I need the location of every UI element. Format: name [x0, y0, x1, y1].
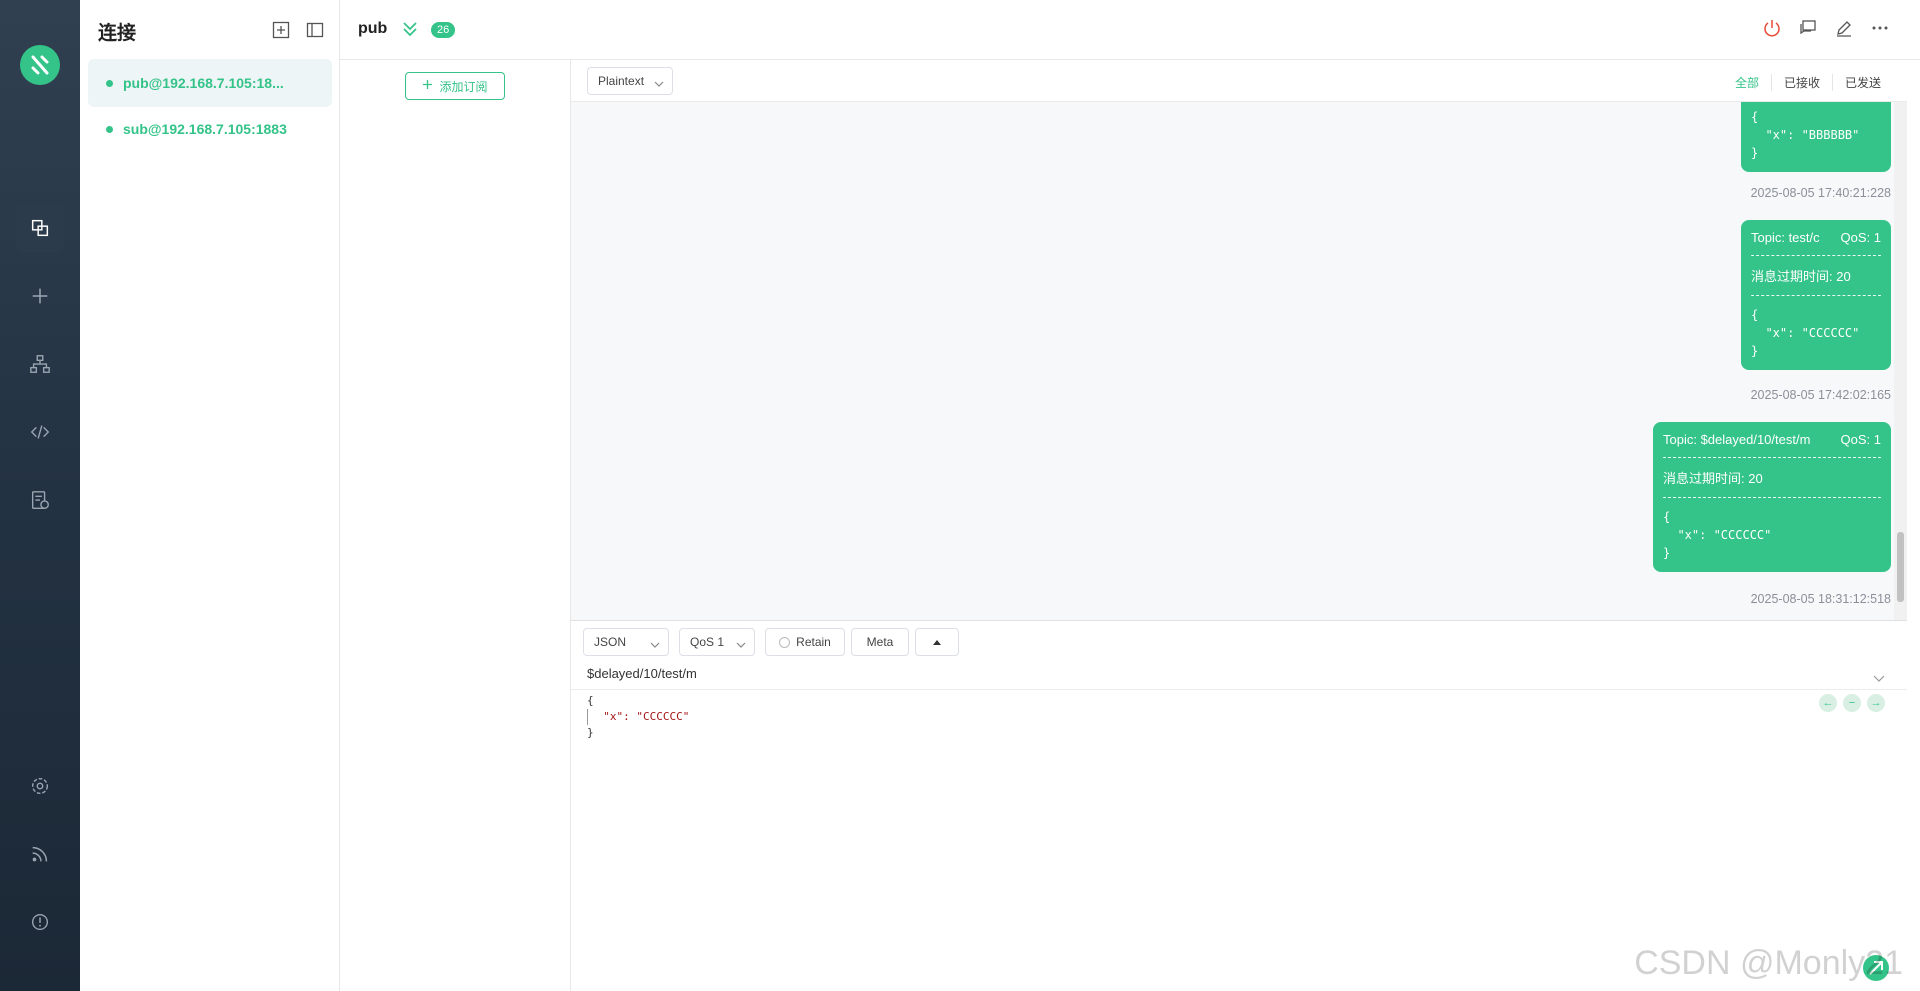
publish-format-select[interactable]: JSON: [583, 628, 669, 656]
publish-panel: JSON QoS 1 Retain Meta $delayed/10/test/…: [571, 620, 1907, 991]
power-icon[interactable]: [1762, 18, 1782, 38]
message-payload: { "x": "CCCCCC" }: [1751, 308, 1860, 358]
topology-icon[interactable]: [16, 340, 64, 388]
script-icon[interactable]: [16, 408, 64, 456]
topic-input[interactable]: $delayed/10/test/m: [587, 666, 697, 681]
retain-label: Retain: [796, 635, 831, 649]
message-bubble: Topic: test/c QoS: 1 消息过期时间: 20 { "x": "…: [1741, 220, 1891, 370]
retain-checkbox[interactable]: Retain: [765, 628, 845, 656]
message-qos: QoS: 1: [1840, 230, 1881, 245]
qos-value: QoS 1: [690, 635, 725, 649]
message-timestamp: 2025-08-05 17:40:21:228: [1750, 186, 1891, 200]
collapse-button[interactable]: [915, 628, 959, 656]
status-dot: [106, 125, 113, 133]
edit-icon[interactable]: [1834, 18, 1854, 38]
publish-format-value: JSON: [594, 635, 627, 649]
message-list: Plaintext 全部 已接收 已发送 { "x": "BBBBBB" } 2…: [571, 60, 1907, 620]
connections-title: 连接: [98, 23, 137, 44]
connection-label: pub@192.168.7.105:18...: [123, 75, 284, 91]
history-back-icon[interactable]: ←: [1819, 694, 1837, 712]
toggle-panel-icon[interactable]: [305, 20, 325, 40]
message-timestamp: 2025-08-05 18:31:12:518: [1750, 592, 1891, 606]
connection-label: sub@192.168.7.105:1883: [123, 121, 287, 137]
chevron-down-icon: [654, 77, 664, 91]
message-scrollbar[interactable]: [1894, 102, 1907, 620]
scrollbar-thumb[interactable]: [1897, 532, 1904, 602]
connection-item-sub[interactable]: sub@192.168.7.105:1883: [88, 105, 332, 153]
more-icon[interactable]: [1870, 18, 1890, 38]
new-connection-icon[interactable]: [16, 272, 64, 320]
message-qos: QoS: 1: [1840, 432, 1881, 447]
message-topic: Topic: test/c: [1751, 230, 1820, 245]
editor-line: "x": "CCCCCC": [587, 709, 689, 725]
add-connection-icon[interactable]: [271, 20, 291, 40]
status-dot: [106, 79, 113, 87]
payload-editor[interactable]: { "x": "CCCCCC" }: [587, 693, 689, 741]
filter-all[interactable]: 全部: [1723, 74, 1771, 91]
connections-panel: 连接 pub@192.168.7.105:18... sub@192.168.7…: [80, 0, 340, 991]
payload-format-value: Plaintext: [598, 74, 645, 88]
meta-button[interactable]: Meta: [851, 628, 909, 656]
log-icon[interactable]: [16, 476, 64, 524]
add-subscription-button[interactable]: 添加订阅: [405, 72, 505, 100]
connection-header: pub 26: [340, 0, 1920, 60]
connection-item-pub[interactable]: pub@192.168.7.105:18...: [88, 59, 332, 107]
meta-label: Meta: [866, 635, 894, 649]
double-chevron-down-icon[interactable]: [402, 20, 418, 43]
subscriptions-column: 添加订阅: [340, 60, 571, 991]
message-payload: { "x": "CCCCCC" }: [1663, 510, 1772, 560]
icon-rail: [0, 0, 80, 991]
feed-icon[interactable]: [16, 830, 64, 878]
filter-sent[interactable]: 已发送: [1831, 74, 1893, 91]
message-expiry: 消息过期时间: 20: [1751, 269, 1851, 284]
connection-name: pub: [358, 20, 388, 37]
settings-icon[interactable]: [16, 762, 64, 810]
payload-format-select[interactable]: Plaintext: [587, 67, 673, 95]
qos-select[interactable]: QoS 1: [679, 628, 755, 656]
triangle-up-icon: [932, 635, 942, 649]
message-expiry: 消息过期时间: 20: [1663, 471, 1763, 486]
message-timestamp: 2025-08-05 17:42:02:165: [1750, 388, 1891, 402]
logo-icon: [20, 45, 60, 85]
history-clear-icon[interactable]: −: [1843, 694, 1861, 712]
message-payload: { "x": "BBBBBB" }: [1751, 110, 1860, 160]
message-filter: 全部 已接收 已发送: [1723, 74, 1893, 91]
connections-icon[interactable]: [16, 204, 64, 252]
watermark: CSDN @Monly21: [1634, 944, 1903, 982]
filter-received[interactable]: 已接收: [1770, 74, 1832, 91]
message-bubble: Topic: $delayed/10/test/m QoS: 1 消息过期时间:…: [1653, 422, 1891, 572]
plus-icon: [422, 79, 433, 93]
chevron-down-icon: [736, 638, 746, 652]
message-topic: Topic: $delayed/10/test/m: [1663, 432, 1811, 447]
history-forward-icon[interactable]: →: [1867, 694, 1885, 712]
radio-circle-icon: [779, 636, 791, 648]
message-toolbar: Plaintext 全部 已接收 已发送: [571, 60, 1907, 102]
editor-line: {: [587, 694, 594, 707]
editor-line: }: [587, 726, 594, 739]
add-subscription-label: 添加订阅: [439, 79, 488, 94]
about-icon[interactable]: [16, 898, 64, 946]
chevron-down-icon[interactable]: [1873, 670, 1885, 688]
chat-icon[interactable]: [1798, 18, 1818, 38]
chevron-down-icon: [650, 638, 660, 652]
message-count-badge: 26: [431, 22, 456, 38]
message-bubble: { "x": "BBBBBB" }: [1741, 102, 1891, 172]
